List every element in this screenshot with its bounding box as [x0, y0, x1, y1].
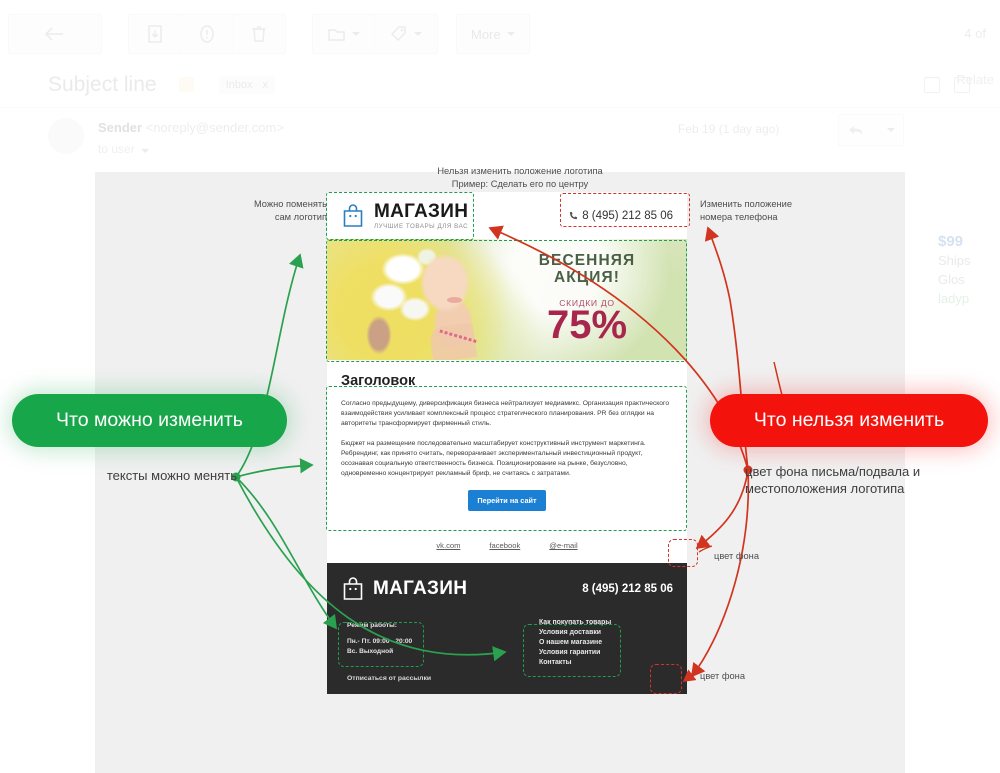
- related-panel-label: Relate: [956, 72, 994, 87]
- sender-email: <noreply@sender.com>: [145, 120, 284, 135]
- annotation-bg-color-note-line-2: местоположения логотипа: [745, 481, 905, 496]
- footer-menu-item[interactable]: Контакты: [539, 658, 611, 668]
- email-header: МАГАЗИН ЛУЧШИЕ ТОВАРЫ ДЛЯ ВАС 8 (495) 21…: [327, 192, 687, 239]
- page-title: Subject line: [48, 72, 157, 96]
- email-body: Заголовок Согласно предыдущему, диверсиф…: [327, 360, 687, 528]
- chevron-down-icon: [886, 128, 895, 132]
- hero-title-line2: АКЦИЯ!: [553, 269, 621, 286]
- logo-name: МАГАЗИН: [374, 200, 469, 222]
- footer-menu-item[interactable]: Условия гарантии: [539, 648, 611, 658]
- product-price: $99: [938, 233, 964, 250]
- annotation-bg-color-note: цвет фона письма/подвала и местоположени…: [745, 463, 980, 497]
- shopping-bag-icon: [343, 204, 363, 227]
- gmail-chrome: More 4 of Subject line Inbox x Relate Se…: [0, 0, 1000, 170]
- shopping-bag-icon: [343, 577, 363, 601]
- chevron-down-icon: [506, 32, 515, 36]
- annotation-texts-editable: тексты можно менять: [106, 468, 237, 483]
- hero-banner: ВЕСЕННЯЯ АКЦИЯ! СКИДКИ ДО 75%: [327, 239, 687, 360]
- body-paragraph-1: Согласно предыдущему, диверсификация биз…: [341, 400, 670, 428]
- annotation-logo-position-line-1: Нельзя изменить положение логотипа: [437, 166, 603, 176]
- footer-menu-item[interactable]: Как покупать товары: [539, 618, 611, 628]
- annotation-bg-label-1: цвет фона: [714, 551, 759, 561]
- annotation-phone-position-line-1: Изменить положение: [700, 199, 793, 209]
- message-count-label: 4 of: [964, 26, 986, 41]
- annotation-change-logo: Можно поменять сам логотип: [212, 198, 327, 223]
- hero-title-line1: ВЕСЕННЯЯ: [538, 252, 636, 269]
- footer-hours-line-1: Пн.- Пт. 09:00 - 20:00: [347, 638, 413, 646]
- callout-can-change: Что можно изменить: [12, 394, 287, 447]
- report-spam-icon[interactable]: [181, 15, 233, 53]
- annotation-logo-position-line-2: Пример: Сделать его по центру: [451, 178, 589, 189]
- annotation-change-logo-line-1: Можно поменять: [253, 199, 327, 209]
- product-line-1: Ships: [938, 253, 971, 268]
- header-phone: 8 (495) 212 85 06: [569, 210, 673, 222]
- annotation-logo-position: Нельзя изменить положение логотипа Приме…: [395, 165, 645, 190]
- more-menu-label: More: [471, 26, 501, 42]
- unsubscribe-link[interactable]: Отписаться от рассылки: [347, 675, 431, 682]
- inbox-label-chip[interactable]: Inbox x: [218, 75, 275, 94]
- archive-icon[interactable]: [129, 15, 181, 53]
- folder-icon[interactable]: [313, 15, 375, 53]
- annotation-change-logo-line-2: сам логотип: [274, 211, 327, 222]
- recipient-label: to user: [98, 142, 135, 156]
- message-date: Feb 19 (1 day ago): [678, 122, 780, 136]
- footer-phone: 8 (495) 212 85 06: [582, 582, 673, 595]
- social-link-vk[interactable]: vk.com: [436, 541, 460, 550]
- body-paragraph-2: Бюджет на размещение последовательно мас…: [341, 439, 646, 478]
- reply-arrow-icon: [848, 125, 863, 135]
- trash-icon[interactable]: [233, 15, 285, 53]
- header-phone-number: 8 (495) 212 85 06: [582, 209, 673, 222]
- social-link-facebook[interactable]: facebook: [489, 541, 520, 550]
- more-menu-button[interactable]: More: [456, 14, 530, 54]
- toolbar-group-organize: [312, 14, 438, 54]
- star-icon[interactable]: [178, 77, 194, 92]
- toolbar-group-actions: [128, 14, 286, 54]
- phone-handset-icon: [570, 211, 578, 220]
- footer-top-row: МАГАЗИН 8 (495) 212 85 06: [341, 576, 673, 601]
- back-arrow-icon[interactable]: [9, 15, 101, 53]
- hero-text-block: ВЕСЕННЯЯ АКЦИЯ! СКИДКИ ДО 75%: [497, 252, 677, 347]
- logo-tagline: ЛУЧШИЕ ТОВАРЫ ДЛЯ ВАС: [374, 222, 469, 230]
- email-template-preview: МАГАЗИН ЛУЧШИЕ ТОВАРЫ ДЛЯ ВАС 8 (495) 21…: [327, 192, 687, 695]
- gmail-sender-row: Sender <noreply@sender.com> to user Feb …: [0, 110, 1000, 168]
- footer-hours-title: Режим работы:: [347, 622, 397, 630]
- footer-menu-item[interactable]: О нашем магазине: [539, 638, 611, 648]
- annotation-phone-position-line-2: номера телефона: [700, 211, 778, 222]
- cta-button[interactable]: Перейти на сайт: [468, 490, 546, 512]
- label-tag-icon[interactable]: [375, 15, 437, 53]
- avatar: [48, 118, 84, 154]
- callout-cannot-change: Что нельзя изменить: [710, 394, 988, 447]
- annotation-bg-color-note-line-1: цвет фона письма/подвала и: [745, 464, 921, 479]
- hero-discount: 75%: [546, 303, 628, 347]
- footer-logo-name: МАГАЗИН: [373, 577, 468, 599]
- recipient-line[interactable]: to user: [98, 142, 149, 156]
- social-links-bar: vk.com facebook @e-mail: [327, 527, 687, 564]
- footer-hours-line-2: Вс. Выходной: [347, 647, 394, 655]
- annotation-bg-label-2: цвет фона: [700, 671, 745, 681]
- print-icon[interactable]: [924, 76, 940, 93]
- gmail-toolbar: More 4 of: [0, 8, 1000, 60]
- footer-menu-item[interactable]: Условия доставки: [539, 628, 611, 638]
- footer-menu: Как покупать товары Условия доставки О н…: [539, 618, 611, 668]
- product-line-3: ladyp: [938, 291, 970, 306]
- footer-hours-block: Режим работы: Пн.- Пт. 09:00 - 20:00 Вс.…: [347, 621, 412, 656]
- annotation-phone-position: Изменить положение номера телефона: [700, 198, 860, 223]
- product-line-2: Glos: [938, 272, 965, 287]
- email-footer: МАГАЗИН 8 (495) 212 85 06 Режим работы: …: [327, 563, 687, 695]
- gmail-subject-row: Subject line Inbox x: [0, 62, 1000, 108]
- body-heading: Заголовок: [341, 373, 416, 389]
- hero-photo-detail: [447, 297, 462, 303]
- sender-name: Sender <noreply@sender.com>: [98, 120, 284, 135]
- inbox-chip-label: Inbox: [225, 78, 253, 91]
- toolbar-group-back: [8, 14, 102, 54]
- social-link-email[interactable]: @e-mail: [549, 541, 577, 550]
- sender-name-text: Sender: [98, 120, 143, 135]
- logo-text-block: МАГАЗИН ЛУЧШИЕ ТОВАРЫ ДЛЯ ВАС: [374, 200, 469, 230]
- related-product-blurb: $99 Ships Glos ladyp: [938, 232, 1000, 308]
- close-icon[interactable]: x: [263, 79, 269, 91]
- reply-button-group[interactable]: [838, 114, 904, 146]
